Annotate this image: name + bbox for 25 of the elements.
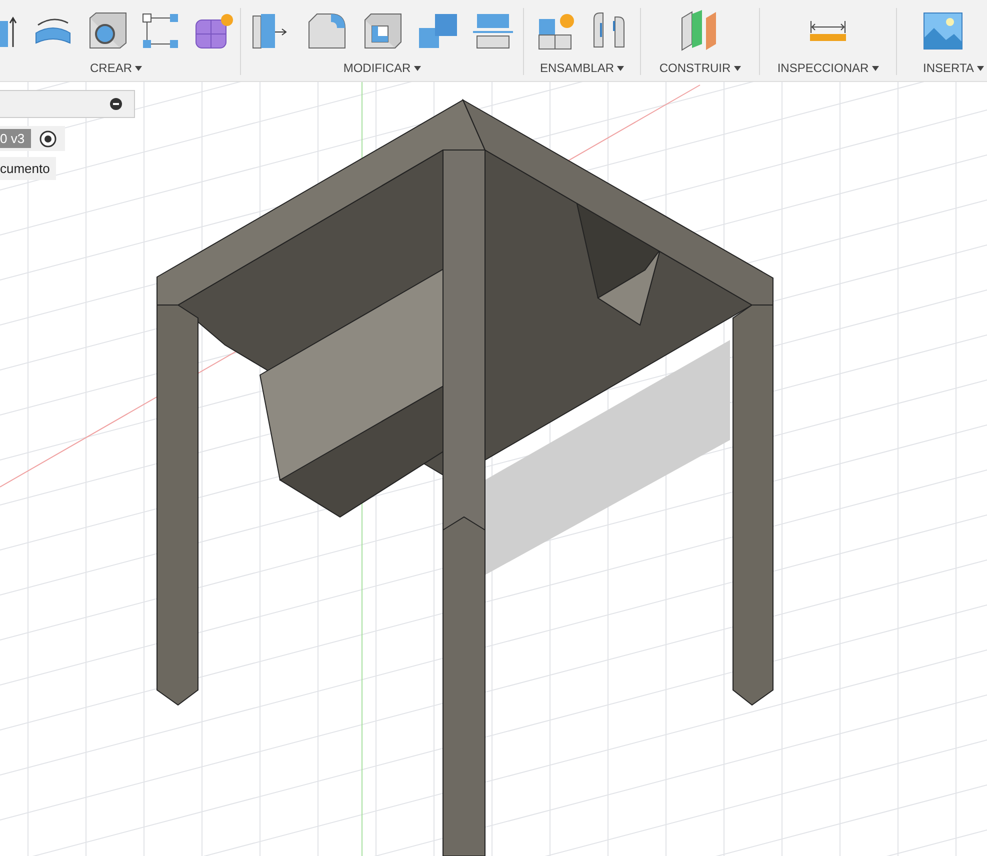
shell-icon[interactable] xyxy=(363,12,403,50)
combine-icon[interactable] xyxy=(417,12,459,50)
caret-icon xyxy=(872,66,879,70)
caret-icon xyxy=(976,66,984,70)
caret-icon xyxy=(414,66,421,70)
toolbar-group-menu[interactable]: INSPECCIONAR xyxy=(777,61,879,75)
cube-sparkle-icon[interactable] xyxy=(194,12,236,50)
hole-icon[interactable] xyxy=(88,12,128,50)
toolbar-group-menu[interactable]: INSERTA xyxy=(923,61,984,75)
collapse-icon[interactable] xyxy=(110,98,122,110)
document-item[interactable]: cumento xyxy=(0,157,56,180)
toolbar-group-menu[interactable]: MODIFICAR xyxy=(343,61,421,75)
caret-icon xyxy=(734,66,741,70)
image-icon[interactable] xyxy=(923,12,963,50)
joint-icon[interactable] xyxy=(591,10,627,50)
toolbar-group-menu[interactable]: CONSTRUIR xyxy=(659,61,741,75)
measure-icon[interactable] xyxy=(809,18,847,42)
caret-icon xyxy=(617,66,624,70)
version-label: 0 v3 xyxy=(0,129,31,148)
toolbar-group-menu[interactable]: ENSAMBLAR xyxy=(540,61,624,75)
radio-target-icon[interactable] xyxy=(38,130,57,148)
split-body-icon[interactable] xyxy=(473,12,513,50)
pattern-icon[interactable] xyxy=(142,12,180,48)
toolbar-group-menu[interactable]: CREAR xyxy=(90,61,142,75)
caret-icon xyxy=(135,66,142,70)
